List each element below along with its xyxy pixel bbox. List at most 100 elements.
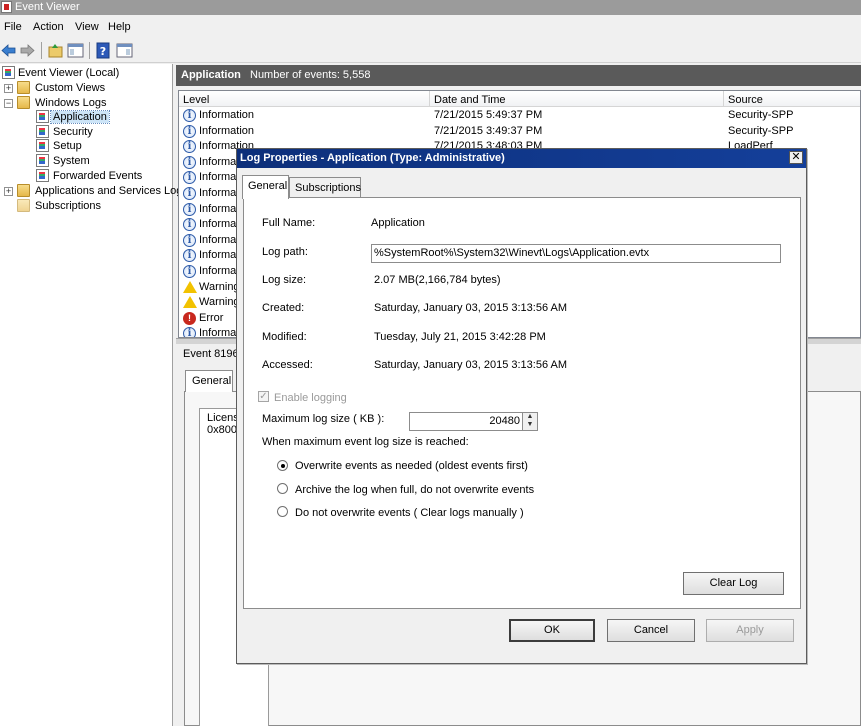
toolbar-separator <box>89 42 90 59</box>
level-cell: Informat <box>199 171 239 183</box>
date-cell: 7/21/2015 5:49:37 PM <box>434 109 542 121</box>
modified-value: Tuesday, July 21, 2015 3:42:28 PM <box>374 331 546 343</box>
forward-arrow-icon[interactable] <box>19 42 36 59</box>
apply-button[interactable]: Apply <box>706 619 794 642</box>
log-icon <box>36 139 49 152</box>
cancel-button[interactable]: Cancel <box>607 619 695 642</box>
menu-action[interactable]: Action <box>33 21 64 33</box>
max-log-size-label: Maximum log size ( KB ): <box>262 413 384 425</box>
folder-icon <box>17 81 30 94</box>
help-icon[interactable]: ? <box>95 42 112 59</box>
log-path-field[interactable]: %SystemRoot%\System32\Winevt\Logs\Applic… <box>371 244 781 263</box>
date-cell: 7/21/2015 3:49:37 PM <box>434 125 542 137</box>
column-header-source[interactable]: Source <box>724 91 861 107</box>
table-row[interactable]: iInformation7/21/2015 3:49:37 PMSecurity… <box>179 124 861 140</box>
detail-tab-general[interactable]: General <box>185 370 233 392</box>
warning-icon <box>183 281 197 293</box>
column-header-date-time[interactable]: Date and Time <box>430 91 724 107</box>
collapse-icon[interactable]: − <box>4 99 13 108</box>
tree-item-custom-views[interactable]: + Custom Views <box>4 81 164 96</box>
tree-label: Windows Logs <box>35 97 107 109</box>
tree-label: Application <box>51 111 109 123</box>
menu-help[interactable]: Help <box>108 21 131 33</box>
menu-bar: File Action View Help <box>0 15 861 39</box>
enable-logging-checkbox[interactable]: ✓ <box>258 391 269 402</box>
menu-file[interactable]: File <box>4 21 22 33</box>
dialog-title-bar: Log Properties - Application (Type: Admi… <box>237 149 806 168</box>
radio-do-not-overwrite[interactable] <box>277 506 288 517</box>
table-row[interactable]: iInformation7/21/2015 5:49:37 PMSecurity… <box>179 108 861 124</box>
radio-overwrite-as-needed[interactable] <box>277 460 288 471</box>
tree-item-windows-logs[interactable]: − Windows Logs <box>4 96 164 111</box>
level-cell: Informat <box>199 218 239 230</box>
tree-item-application[interactable]: Application <box>36 110 166 125</box>
information-icon: i <box>183 140 196 153</box>
title-bar: Event Viewer <box>0 0 861 15</box>
log-size-label: Log size: <box>262 274 306 286</box>
expand-icon[interactable]: + <box>4 84 13 93</box>
warning-icon <box>183 296 197 308</box>
tree-label: Event Viewer (Local) <box>18 67 119 79</box>
console-tree: Event Viewer (Local) + Custom Views − Wi… <box>0 64 173 726</box>
tree-item-applications-and-services-logs[interactable]: + Applications and Services Logs <box>4 184 172 199</box>
level-cell: Informat <box>199 203 239 215</box>
spin-down-icon[interactable]: ▼ <box>523 421 537 429</box>
dialog-title: Log Properties - Application (Type: Admi… <box>240 152 505 164</box>
source-cell: Security-SPP <box>728 125 793 137</box>
log-icon <box>36 154 49 167</box>
toolbar: ? <box>0 39 861 63</box>
show-hide-action-pane-icon[interactable] <box>116 42 133 59</box>
event-viewer-app-icon <box>1 1 12 13</box>
log-path-label: Log path: <box>262 246 308 258</box>
folder-icon <box>17 96 30 109</box>
enable-logging-label: Enable logging <box>274 392 347 404</box>
back-arrow-icon[interactable] <box>0 42 17 59</box>
source-cell: Security-SPP <box>728 109 793 121</box>
close-icon[interactable]: ✕ <box>789 151 803 164</box>
created-value: Saturday, January 03, 2015 3:13:56 AM <box>374 302 567 314</box>
tree-item-setup[interactable]: Setup <box>36 139 166 154</box>
spin-buttons: ▲ ▼ <box>522 413 537 430</box>
column-header-level[interactable]: Level <box>179 91 430 107</box>
expand-icon[interactable]: + <box>4 187 13 196</box>
when-reached-label: When maximum event log size is reached: <box>262 436 469 448</box>
spin-up-icon[interactable]: ▲ <box>523 413 537 421</box>
option-overwrite-label: Overwrite events as needed (oldest event… <box>295 460 528 472</box>
tab-subscriptions[interactable]: Subscriptions <box>289 177 361 198</box>
information-icon: i <box>183 327 196 338</box>
toolbar-separator <box>41 42 42 59</box>
menu-view[interactable]: View <box>75 21 99 33</box>
tree-item-forwarded-events[interactable]: Forwarded Events <box>36 169 166 184</box>
max-log-size-value: 20480 <box>489 415 520 427</box>
event-detail-title: Event 8196, <box>183 348 242 360</box>
radio-archive-when-full[interactable] <box>277 483 288 494</box>
subscriptions-icon <box>17 199 30 212</box>
general-tab-panel: Full Name: Application Log path: %System… <box>243 197 801 609</box>
tree-item-system[interactable]: System <box>36 154 166 169</box>
information-icon: i <box>183 234 196 247</box>
level-cell: Information <box>199 125 254 137</box>
level-cell: Informat <box>199 187 239 199</box>
tree-item-subscriptions[interactable]: Subscriptions <box>17 199 167 214</box>
information-icon: i <box>183 249 196 262</box>
show-hide-console-tree-icon[interactable] <box>67 42 84 59</box>
information-icon: i <box>183 109 196 122</box>
tree-item-security[interactable]: Security <box>36 125 166 140</box>
log-icon <box>36 125 49 138</box>
max-log-size-stepper[interactable]: 20480 ▲ ▼ <box>409 412 538 431</box>
clear-log-button[interactable]: Clear Log <box>683 572 784 595</box>
information-icon: i <box>183 171 196 184</box>
tab-general[interactable]: General <box>242 175 289 199</box>
level-cell: Informat <box>199 249 239 261</box>
up-folder-icon[interactable] <box>47 42 64 59</box>
event-count: Number of events: 5,558 <box>250 69 370 81</box>
folder-icon <box>17 184 30 197</box>
tree-label: Setup <box>53 140 82 152</box>
level-cell: Informat <box>199 327 239 338</box>
svg-text:?: ? <box>100 45 106 58</box>
information-icon: i <box>183 187 196 200</box>
created-label: Created: <box>262 302 304 314</box>
level-cell: Error <box>199 312 223 324</box>
window-title: Event Viewer <box>15 1 80 13</box>
ok-button[interactable]: OK <box>509 619 595 642</box>
